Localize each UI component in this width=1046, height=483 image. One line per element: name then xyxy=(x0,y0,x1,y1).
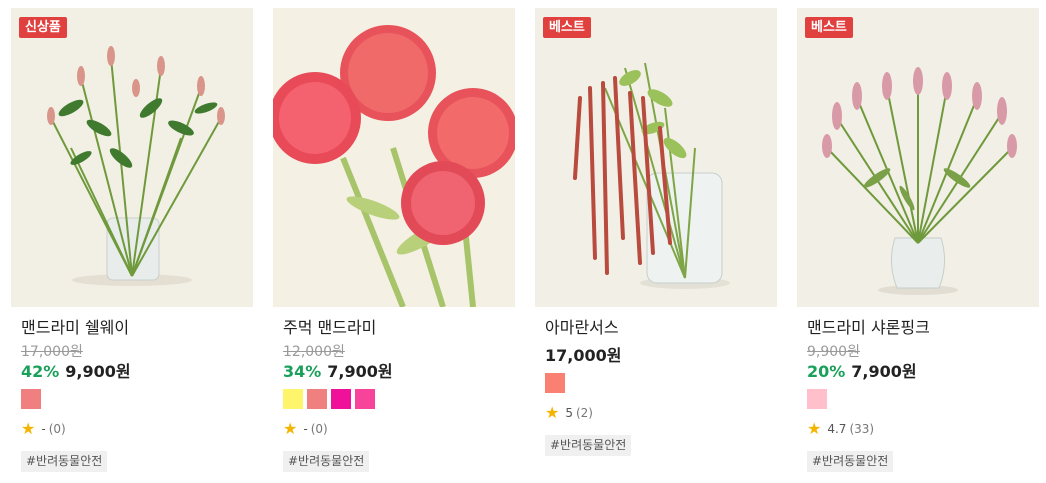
celosia-sharon-pink-image xyxy=(797,8,1039,307)
product-card[interactable]: 베스트 아마란서스 17,000원 ★ 5 (2) #반려동물안전 xyxy=(535,8,777,483)
product-name[interactable]: 맨드라미 쉘웨이 xyxy=(21,317,243,339)
product-card[interactable]: 베스트 맨드라미 샤론핑크 9,900원 20% 7,900원 ★ 4.7 (33… xyxy=(797,8,1039,483)
pet-safe-tag: #반려동물안전 xyxy=(283,451,370,472)
discount-rate: 34% xyxy=(283,362,322,381)
price-row: 20% 7,900원 xyxy=(807,361,1029,383)
rating-value: 5 xyxy=(565,406,573,420)
rating: ★ 5 (2) xyxy=(545,405,767,421)
coral-celosia-image xyxy=(273,8,515,307)
color-swatch[interactable] xyxy=(21,389,41,409)
best-badge: 베스트 xyxy=(543,17,591,38)
color-swatch[interactable] xyxy=(307,389,327,409)
color-swatch[interactable] xyxy=(545,373,565,393)
product-name[interactable]: 아마란서스 xyxy=(545,317,767,339)
sale-price: 9,900원 xyxy=(65,362,131,381)
rating: ★ - (0) xyxy=(21,421,243,437)
best-badge: 베스트 xyxy=(805,17,853,38)
color-swatches xyxy=(283,389,505,409)
product-image[interactable] xyxy=(273,8,515,307)
original-price: 9,900원 xyxy=(807,344,860,360)
sale-price: 7,900원 xyxy=(327,362,393,381)
product-name[interactable]: 주먹 맨드라미 xyxy=(283,317,505,339)
color-swatches xyxy=(545,373,767,393)
original-price: 17,000원 xyxy=(21,344,83,360)
product-grid: 신상품 맨드라미 쉘웨이 17,000원 42% 9,900원 ★ - (0) #… xyxy=(0,0,1046,483)
rating: ★ - (0) xyxy=(283,421,505,437)
color-swatch[interactable] xyxy=(807,389,827,409)
color-swatch[interactable] xyxy=(283,389,303,409)
product-image[interactable]: 베스트 xyxy=(797,8,1039,307)
rating-value: 4.7 xyxy=(827,422,847,436)
star-icon: ★ xyxy=(807,419,822,438)
amaranthus-image xyxy=(535,8,777,307)
rating-value: - xyxy=(303,422,308,436)
discount-rate: 20% xyxy=(807,362,846,381)
product-name[interactable]: 맨드라미 샤론핑크 xyxy=(807,317,1029,339)
pet-safe-tag: #반려동물안전 xyxy=(21,451,108,472)
star-icon: ★ xyxy=(545,403,560,422)
pet-safe-tag: #반려동물안전 xyxy=(545,435,632,456)
color-swatch[interactable] xyxy=(355,389,375,409)
star-icon: ★ xyxy=(283,419,298,438)
rating-value: - xyxy=(41,422,46,436)
product-card[interactable]: 신상품 맨드라미 쉘웨이 17,000원 42% 9,900원 ★ - (0) #… xyxy=(11,8,253,483)
sale-price: 7,900원 xyxy=(851,362,917,381)
price-row: 34% 7,900원 xyxy=(283,361,505,383)
rating: ★ 4.7 (33) xyxy=(807,421,1029,437)
celosia-shellway-image xyxy=(11,8,253,307)
product-card[interactable]: 주먹 맨드라미 12,000원 34% 7,900원 ★ - (0) #반려동물안… xyxy=(273,8,515,483)
color-swatches xyxy=(21,389,243,409)
discount-rate: 42% xyxy=(21,362,60,381)
product-image[interactable]: 신상품 xyxy=(11,8,253,307)
review-count: (2) xyxy=(575,406,593,420)
sale-price: 17,000원 xyxy=(545,346,622,365)
color-swatch[interactable] xyxy=(331,389,351,409)
new-badge: 신상품 xyxy=(19,17,67,38)
review-count: (0) xyxy=(48,422,66,436)
star-icon: ★ xyxy=(21,419,36,438)
product-image[interactable]: 베스트 xyxy=(535,8,777,307)
original-price: 12,000원 xyxy=(283,344,345,360)
review-count: (0) xyxy=(310,422,328,436)
pet-safe-tag: #반려동물안전 xyxy=(807,451,894,472)
color-swatches xyxy=(807,389,1029,409)
review-count: (33) xyxy=(849,422,875,436)
price-row: 42% 9,900원 xyxy=(21,361,243,383)
